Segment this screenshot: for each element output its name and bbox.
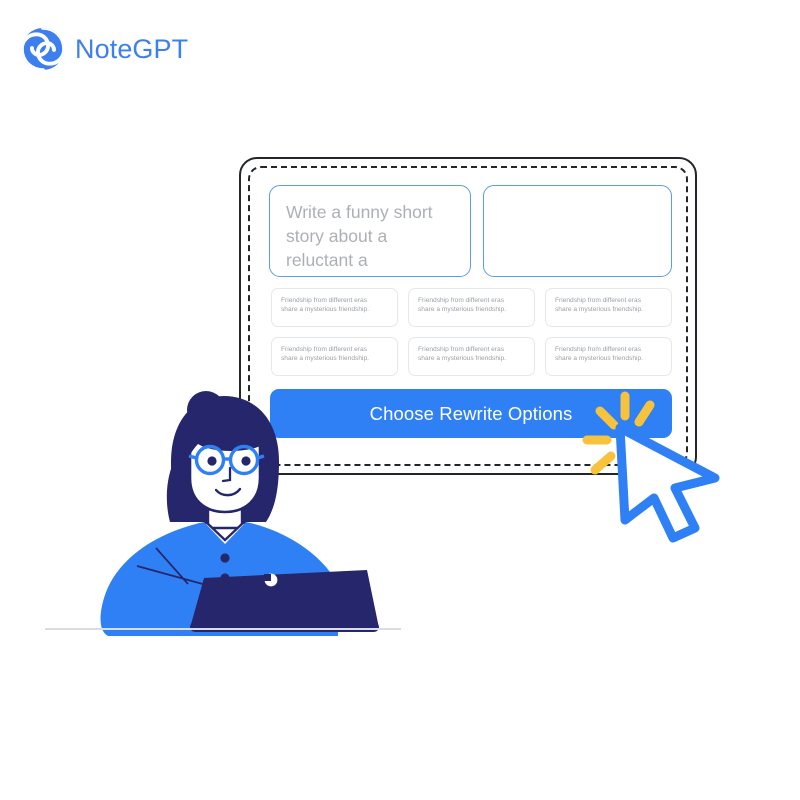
- suggestion-card[interactable]: Friendship from different eras share a m…: [271, 337, 398, 376]
- suggestion-card-text: Friendship from different eras share a m…: [281, 297, 369, 314]
- laptop-icon: [190, 570, 379, 632]
- suggestion-card-text: Friendship from different eras share a m…: [418, 346, 506, 363]
- suggestion-card[interactable]: Friendship from different eras share a m…: [271, 288, 398, 327]
- prompt-row: Write a funny short story about a reluct…: [269, 185, 672, 277]
- suggestion-card-text: Friendship from different eras share a m…: [418, 297, 506, 314]
- prompt-input-left-text: Write a funny short story about a reluct…: [286, 202, 433, 270]
- suggestion-card-text: Friendship from different eras share a m…: [281, 346, 369, 363]
- ground-line: [45, 628, 401, 630]
- prompt-input-right[interactable]: [483, 185, 672, 277]
- illustration-stage: Write a funny short story about a reluct…: [0, 0, 800, 800]
- suggestion-card-text: Friendship from different eras share a m…: [555, 346, 643, 363]
- suggestion-card[interactable]: Friendship from different eras share a m…: [408, 337, 535, 376]
- prompt-input-left[interactable]: Write a funny short story about a reluct…: [269, 185, 471, 277]
- suggestion-card[interactable]: Friendship from different eras share a m…: [545, 288, 672, 327]
- suggestion-card[interactable]: Friendship from different eras share a m…: [545, 337, 672, 376]
- suggestion-card-grid: Friendship from different eras share a m…: [271, 288, 672, 376]
- suggestion-card[interactable]: Friendship from different eras share a m…: [408, 288, 535, 327]
- woman-with-laptop-illustration: [38, 388, 408, 636]
- suggestion-card-text: Friendship from different eras share a m…: [555, 297, 643, 314]
